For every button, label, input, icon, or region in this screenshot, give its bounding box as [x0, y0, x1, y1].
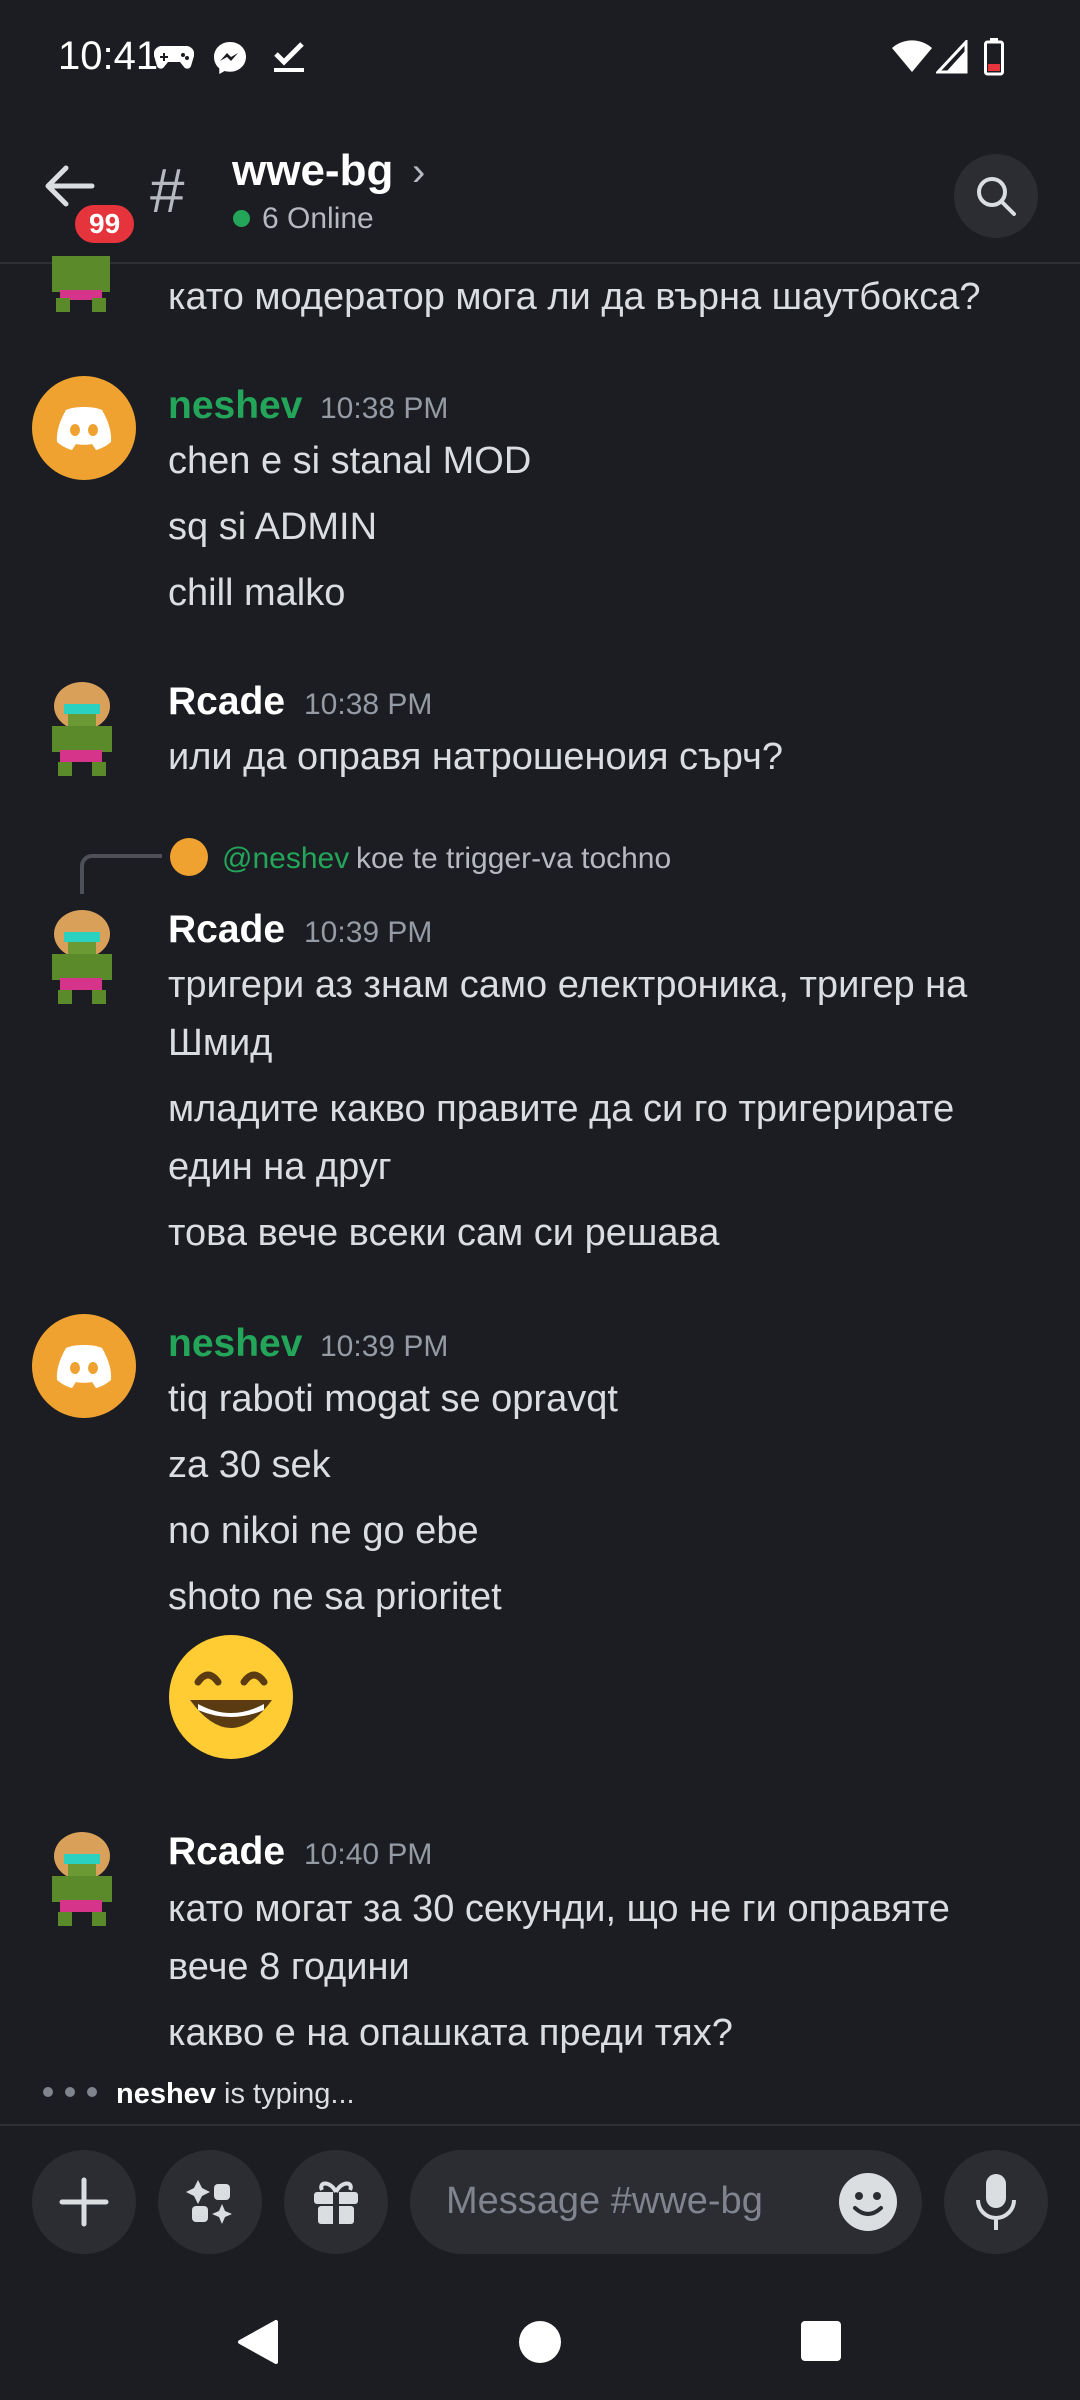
reply-spine: [80, 854, 162, 894]
reply-text[interactable]: koe te trigger-va tochno: [356, 842, 671, 876]
message-text: или да оправя натрошенoия сърч?: [168, 736, 783, 778]
game-controller-icon: [154, 45, 194, 69]
add-attachment-button[interactable]: [32, 2150, 136, 2254]
message-text: shoto ne sa prioritet: [168, 1576, 502, 1618]
typing-dots-icon: [43, 2087, 97, 2097]
status-bar: 10:41: [0, 0, 1080, 118]
message-text: какво е на опашката преди тях?: [168, 2012, 733, 2054]
nav-recents-icon[interactable]: [800, 2320, 842, 2362]
gift-button[interactable]: [284, 2150, 388, 2254]
gift-icon: [314, 2181, 358, 2224]
channel-name[interactable]: wwe-bg: [232, 146, 393, 196]
apps-icon: [186, 2180, 232, 2224]
message-text: вече 8 години: [168, 1946, 410, 1988]
message-text: za 30 sek: [168, 1444, 331, 1486]
message-input[interactable]: Message #wwe-bg: [410, 2150, 922, 2254]
plus-icon: [59, 2177, 109, 2227]
message-author[interactable]: neshev: [168, 384, 302, 428]
checkmark-icon: [274, 42, 304, 72]
chevron-right-icon[interactable]: ›: [412, 150, 425, 195]
user-avatar-rcade[interactable]: [30, 676, 134, 780]
message-input-placeholder: Message #wwe-bg: [446, 2180, 763, 2222]
message-timestamp: 10:38 PM: [304, 688, 433, 721]
voice-message-button[interactable]: [944, 2150, 1048, 2254]
online-status-dot: [233, 210, 250, 227]
message-timestamp: 10:38 PM: [320, 392, 449, 425]
channel-header: 99 # wwe-bg › 6 Online: [0, 118, 1080, 264]
message-text: Шмид: [168, 1022, 273, 1064]
messenger-icon: [214, 42, 246, 74]
cell-signal-icon: [936, 40, 968, 74]
message-author[interactable]: Rcade: [168, 680, 285, 724]
microphone-icon: [976, 2174, 1016, 2230]
emoji-picker-icon[interactable]: [838, 2172, 898, 2232]
message-author[interactable]: Rcade: [168, 1830, 285, 1874]
user-avatar-rcade[interactable]: [30, 904, 134, 1008]
reply-mention[interactable]: @neshev: [222, 842, 349, 876]
message-text: младите какво правите да си го тригерира…: [168, 1088, 955, 1130]
message-timestamp: 10:40 PM: [304, 1838, 433, 1871]
message-text: като могат за 30 секунди, що не ги оправ…: [168, 1888, 950, 1930]
search-icon: [977, 177, 1016, 216]
message-text: като модератор мога ли да върна шаутбокс…: [168, 276, 981, 318]
user-avatar-rcade[interactable]: [30, 1826, 134, 1930]
grinning-emoji-icon[interactable]: [168, 1634, 294, 1760]
nav-home-icon[interactable]: [518, 2320, 562, 2364]
message-text: chill malko: [168, 572, 346, 614]
discord-logo-icon: [56, 407, 112, 450]
message-timestamp: 10:39 PM: [320, 1330, 449, 1363]
message-author[interactable]: neshev: [168, 1322, 302, 1366]
wifi-icon: [892, 40, 932, 72]
discord-logo-icon: [56, 1345, 112, 1388]
battery-icon: [984, 38, 1004, 76]
message-text: това вече всеки сам си решава: [168, 1212, 720, 1254]
user-avatar-neshev[interactable]: [32, 376, 136, 480]
system-nav-bar: [0, 2278, 1080, 2400]
status-time: 10:41: [58, 34, 159, 78]
message-text: chen e si stanal MOD: [168, 440, 532, 482]
message-timestamp: 10:39 PM: [304, 916, 433, 949]
reply-avatar-neshev: [170, 838, 208, 876]
message-composer: Message #wwe-bg: [0, 2124, 1080, 2280]
online-count: 6 Online: [262, 202, 374, 235]
search-button[interactable]: [954, 154, 1038, 238]
user-avatar-rcade[interactable]: [30, 216, 134, 320]
message-author[interactable]: Rcade: [168, 908, 285, 952]
message-text: sq si ADMIN: [168, 506, 378, 548]
message-text: един на друг: [168, 1146, 392, 1188]
typing-indicator: neshev is typing...: [116, 2078, 355, 2111]
channel-hash-icon: #: [150, 157, 185, 226]
message-text: tiq raboti mogat se opravqt: [168, 1378, 618, 1420]
apps-button[interactable]: [158, 2150, 262, 2254]
user-avatar-neshev[interactable]: [32, 1314, 136, 1418]
message-text: no nikoi ne go ebe: [168, 1510, 479, 1552]
typing-text: is typing...: [215, 2078, 355, 2110]
typing-user: neshev: [116, 2078, 216, 2110]
nav-back-icon[interactable]: [236, 2318, 280, 2366]
message-text: тригери аз знам само електроника, тригер…: [168, 964, 968, 1006]
